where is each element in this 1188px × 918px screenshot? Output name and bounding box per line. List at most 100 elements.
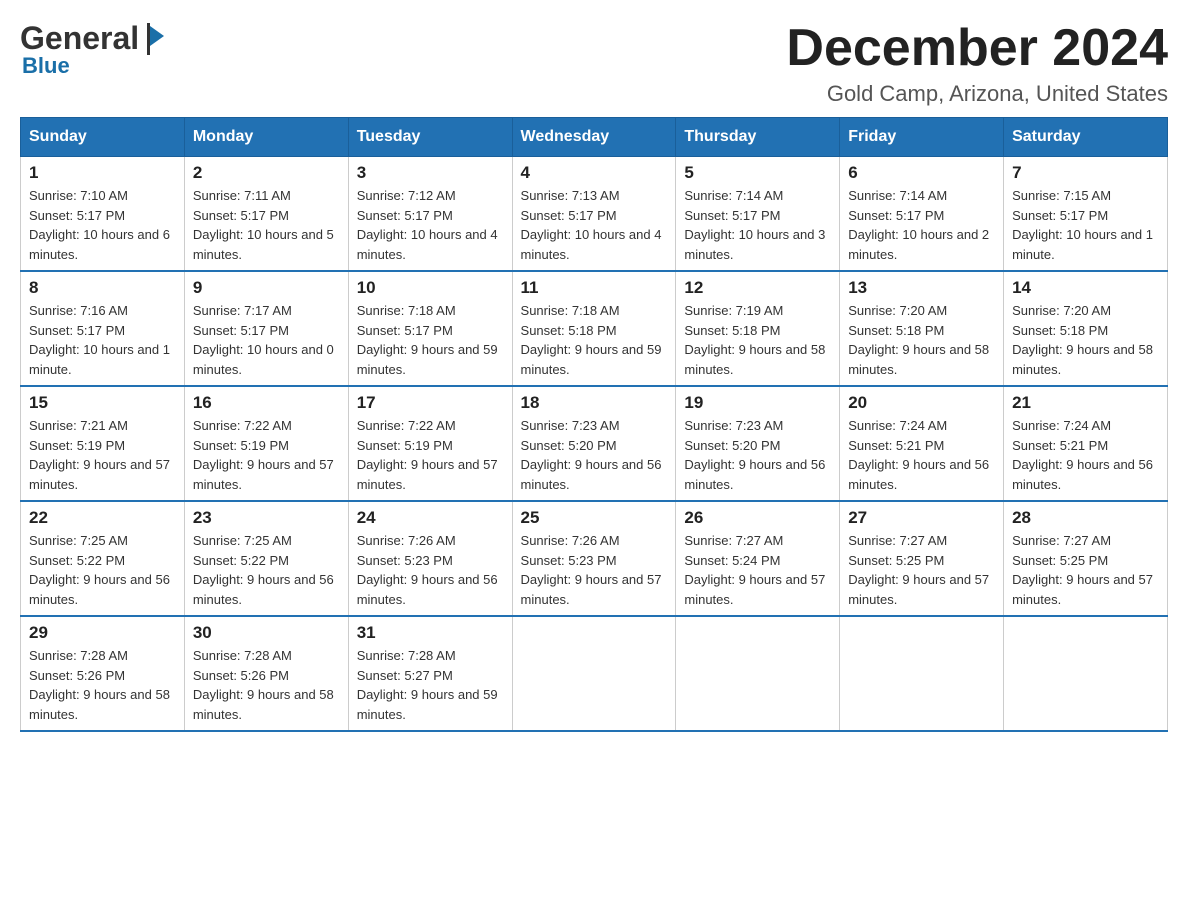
- day-number: 21: [1012, 393, 1159, 413]
- day-info: Sunrise: 7:26 AMSunset: 5:23 PMDaylight:…: [357, 533, 498, 607]
- day-number: 22: [29, 508, 176, 528]
- calendar-day-cell: [840, 616, 1004, 731]
- calendar-day-cell: 18 Sunrise: 7:23 AMSunset: 5:20 PMDaylig…: [512, 386, 676, 501]
- calendar-day-cell: 29 Sunrise: 7:28 AMSunset: 5:26 PMDaylig…: [21, 616, 185, 731]
- day-of-week-header: Tuesday: [348, 118, 512, 157]
- day-info: Sunrise: 7:18 AMSunset: 5:17 PMDaylight:…: [357, 303, 498, 377]
- day-number: 7: [1012, 163, 1159, 183]
- calendar-day-cell: 15 Sunrise: 7:21 AMSunset: 5:19 PMDaylig…: [21, 386, 185, 501]
- day-info: Sunrise: 7:14 AMSunset: 5:17 PMDaylight:…: [684, 188, 825, 262]
- day-number: 25: [521, 508, 668, 528]
- day-of-week-header: Monday: [184, 118, 348, 157]
- day-number: 26: [684, 508, 831, 528]
- day-info: Sunrise: 7:23 AMSunset: 5:20 PMDaylight:…: [684, 418, 825, 492]
- day-info: Sunrise: 7:12 AMSunset: 5:17 PMDaylight:…: [357, 188, 498, 262]
- day-number: 30: [193, 623, 340, 643]
- day-number: 23: [193, 508, 340, 528]
- calendar-day-cell: 24 Sunrise: 7:26 AMSunset: 5:23 PMDaylig…: [348, 501, 512, 616]
- day-number: 11: [521, 278, 668, 298]
- day-info: Sunrise: 7:20 AMSunset: 5:18 PMDaylight:…: [848, 303, 989, 377]
- day-number: 8: [29, 278, 176, 298]
- calendar-week-row: 15 Sunrise: 7:21 AMSunset: 5:19 PMDaylig…: [21, 386, 1168, 501]
- day-number: 19: [684, 393, 831, 413]
- day-number: 10: [357, 278, 504, 298]
- day-info: Sunrise: 7:25 AMSunset: 5:22 PMDaylight:…: [193, 533, 334, 607]
- calendar-day-cell: 4 Sunrise: 7:13 AMSunset: 5:17 PMDayligh…: [512, 157, 676, 272]
- day-info: Sunrise: 7:24 AMSunset: 5:21 PMDaylight:…: [1012, 418, 1153, 492]
- day-number: 3: [357, 163, 504, 183]
- calendar-day-cell: 5 Sunrise: 7:14 AMSunset: 5:17 PMDayligh…: [676, 157, 840, 272]
- calendar-day-cell: 25 Sunrise: 7:26 AMSunset: 5:23 PMDaylig…: [512, 501, 676, 616]
- calendar-table: SundayMondayTuesdayWednesdayThursdayFrid…: [20, 117, 1168, 732]
- title-block: December 2024 Gold Camp, Arizona, United…: [786, 20, 1168, 107]
- calendar-day-cell: 21 Sunrise: 7:24 AMSunset: 5:21 PMDaylig…: [1004, 386, 1168, 501]
- day-number: 29: [29, 623, 176, 643]
- day-of-week-header: Friday: [840, 118, 1004, 157]
- day-of-week-header: Saturday: [1004, 118, 1168, 157]
- day-info: Sunrise: 7:18 AMSunset: 5:18 PMDaylight:…: [521, 303, 662, 377]
- main-title: December 2024: [786, 20, 1168, 77]
- calendar-week-row: 22 Sunrise: 7:25 AMSunset: 5:22 PMDaylig…: [21, 501, 1168, 616]
- day-info: Sunrise: 7:22 AMSunset: 5:19 PMDaylight:…: [357, 418, 498, 492]
- calendar-day-cell: 11 Sunrise: 7:18 AMSunset: 5:18 PMDaylig…: [512, 271, 676, 386]
- day-number: 24: [357, 508, 504, 528]
- calendar-day-cell: 1 Sunrise: 7:10 AMSunset: 5:17 PMDayligh…: [21, 157, 185, 272]
- day-number: 28: [1012, 508, 1159, 528]
- day-number: 14: [1012, 278, 1159, 298]
- day-info: Sunrise: 7:28 AMSunset: 5:26 PMDaylight:…: [29, 648, 170, 722]
- day-number: 15: [29, 393, 176, 413]
- calendar-week-row: 8 Sunrise: 7:16 AMSunset: 5:17 PMDayligh…: [21, 271, 1168, 386]
- day-of-week-header: Sunday: [21, 118, 185, 157]
- day-number: 18: [521, 393, 668, 413]
- calendar-day-cell: 28 Sunrise: 7:27 AMSunset: 5:25 PMDaylig…: [1004, 501, 1168, 616]
- calendar-day-cell: 17 Sunrise: 7:22 AMSunset: 5:19 PMDaylig…: [348, 386, 512, 501]
- calendar-day-cell: 2 Sunrise: 7:11 AMSunset: 5:17 PMDayligh…: [184, 157, 348, 272]
- logo-flag-icon: [141, 23, 163, 55]
- day-number: 20: [848, 393, 995, 413]
- day-info: Sunrise: 7:22 AMSunset: 5:19 PMDaylight:…: [193, 418, 334, 492]
- calendar-day-cell: 7 Sunrise: 7:15 AMSunset: 5:17 PMDayligh…: [1004, 157, 1168, 272]
- day-info: Sunrise: 7:27 AMSunset: 5:25 PMDaylight:…: [1012, 533, 1153, 607]
- calendar-day-cell: 9 Sunrise: 7:17 AMSunset: 5:17 PMDayligh…: [184, 271, 348, 386]
- day-info: Sunrise: 7:16 AMSunset: 5:17 PMDaylight:…: [29, 303, 170, 377]
- day-info: Sunrise: 7:26 AMSunset: 5:23 PMDaylight:…: [521, 533, 662, 607]
- day-number: 2: [193, 163, 340, 183]
- day-info: Sunrise: 7:10 AMSunset: 5:17 PMDaylight:…: [29, 188, 170, 262]
- calendar-day-cell: 8 Sunrise: 7:16 AMSunset: 5:17 PMDayligh…: [21, 271, 185, 386]
- logo: General Blue: [20, 20, 163, 79]
- page-header: General Blue December 2024 Gold Camp, Ar…: [20, 20, 1168, 107]
- day-of-week-header: Thursday: [676, 118, 840, 157]
- day-info: Sunrise: 7:11 AMSunset: 5:17 PMDaylight:…: [193, 188, 334, 262]
- day-info: Sunrise: 7:27 AMSunset: 5:24 PMDaylight:…: [684, 533, 825, 607]
- day-number: 6: [848, 163, 995, 183]
- subtitle: Gold Camp, Arizona, United States: [786, 81, 1168, 107]
- calendar-day-cell: 6 Sunrise: 7:14 AMSunset: 5:17 PMDayligh…: [840, 157, 1004, 272]
- calendar-day-cell: 27 Sunrise: 7:27 AMSunset: 5:25 PMDaylig…: [840, 501, 1004, 616]
- calendar-day-cell: 31 Sunrise: 7:28 AMSunset: 5:27 PMDaylig…: [348, 616, 512, 731]
- day-info: Sunrise: 7:15 AMSunset: 5:17 PMDaylight:…: [1012, 188, 1153, 262]
- calendar-day-cell: 13 Sunrise: 7:20 AMSunset: 5:18 PMDaylig…: [840, 271, 1004, 386]
- day-number: 1: [29, 163, 176, 183]
- day-info: Sunrise: 7:27 AMSunset: 5:25 PMDaylight:…: [848, 533, 989, 607]
- day-number: 13: [848, 278, 995, 298]
- calendar-day-cell: 20 Sunrise: 7:24 AMSunset: 5:21 PMDaylig…: [840, 386, 1004, 501]
- day-number: 9: [193, 278, 340, 298]
- day-info: Sunrise: 7:17 AMSunset: 5:17 PMDaylight:…: [193, 303, 334, 377]
- day-info: Sunrise: 7:24 AMSunset: 5:21 PMDaylight:…: [848, 418, 989, 492]
- day-info: Sunrise: 7:14 AMSunset: 5:17 PMDaylight:…: [848, 188, 989, 262]
- calendar-day-cell: [1004, 616, 1168, 731]
- calendar-day-cell: 3 Sunrise: 7:12 AMSunset: 5:17 PMDayligh…: [348, 157, 512, 272]
- day-number: 4: [521, 163, 668, 183]
- day-info: Sunrise: 7:23 AMSunset: 5:20 PMDaylight:…: [521, 418, 662, 492]
- calendar-day-cell: 14 Sunrise: 7:20 AMSunset: 5:18 PMDaylig…: [1004, 271, 1168, 386]
- calendar-day-cell: 10 Sunrise: 7:18 AMSunset: 5:17 PMDaylig…: [348, 271, 512, 386]
- calendar-day-cell: [512, 616, 676, 731]
- day-info: Sunrise: 7:21 AMSunset: 5:19 PMDaylight:…: [29, 418, 170, 492]
- calendar-day-cell: 26 Sunrise: 7:27 AMSunset: 5:24 PMDaylig…: [676, 501, 840, 616]
- calendar-day-cell: 19 Sunrise: 7:23 AMSunset: 5:20 PMDaylig…: [676, 386, 840, 501]
- day-number: 27: [848, 508, 995, 528]
- day-info: Sunrise: 7:19 AMSunset: 5:18 PMDaylight:…: [684, 303, 825, 377]
- day-number: 17: [357, 393, 504, 413]
- day-number: 5: [684, 163, 831, 183]
- calendar-day-cell: 23 Sunrise: 7:25 AMSunset: 5:22 PMDaylig…: [184, 501, 348, 616]
